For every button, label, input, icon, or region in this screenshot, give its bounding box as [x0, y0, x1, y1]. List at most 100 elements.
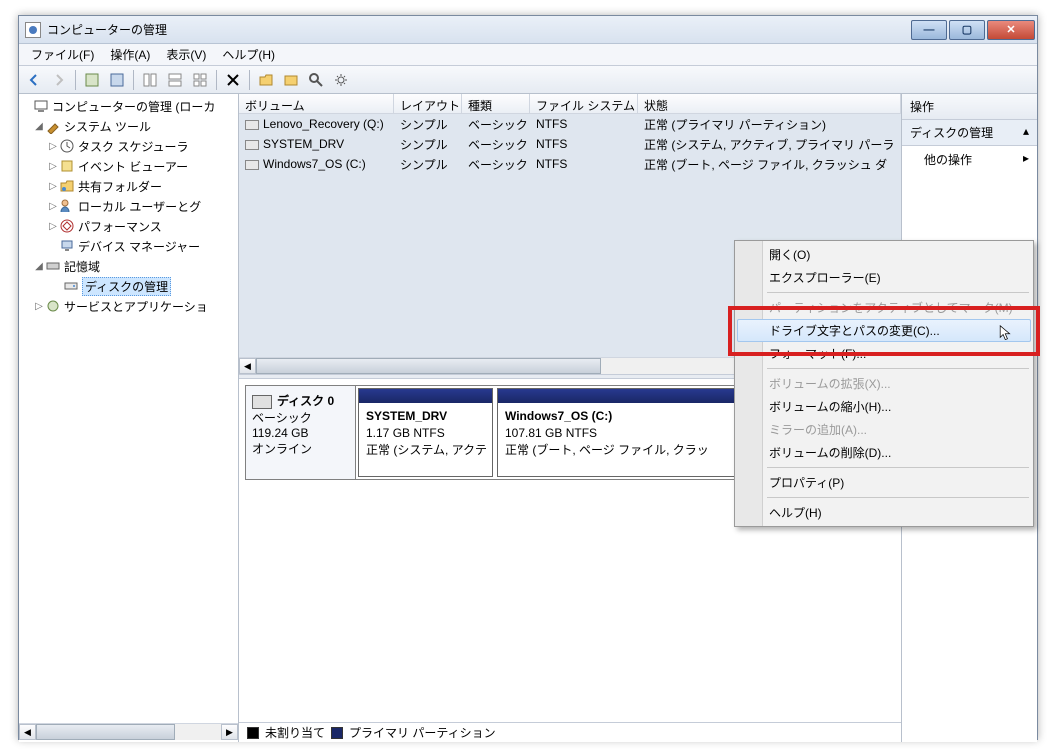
actions-more[interactable]: 他の操作▸ [902, 146, 1037, 173]
tree-disk-management[interactable]: ディスクの管理 [82, 277, 171, 296]
collapse-icon[interactable]: ◢ [33, 121, 45, 132]
tree-task-scheduler[interactable]: タスク スケジューラ [78, 138, 189, 155]
actions-header: 操作 [902, 94, 1037, 120]
expand-icon[interactable]: ▷ [47, 181, 59, 192]
separator [249, 70, 250, 90]
ctx-properties[interactable]: プロパティ(P) [737, 471, 1031, 494]
open-folder-icon[interactable] [255, 69, 277, 91]
volume-row[interactable]: SYSTEM_DRV シンプル ベーシック NTFS 正常 (システム, アクテ… [239, 134, 901, 154]
scroll-left-button[interactable]: ◀ [239, 358, 256, 374]
col-fs[interactable]: ファイル システム [530, 94, 638, 113]
device-icon [59, 238, 75, 254]
menu-help[interactable]: ヘルプ(H) [214, 43, 283, 66]
toolbar-icon-1[interactable] [81, 69, 103, 91]
cell-volume: Lenovo_Recovery (Q:) [239, 115, 394, 133]
gear-icon[interactable] [330, 69, 352, 91]
ctx-delete[interactable]: ボリュームの削除(D)... [737, 441, 1031, 464]
ctx-open[interactable]: 開く(O) [737, 243, 1031, 266]
col-type[interactable]: 種類 [462, 94, 530, 113]
tree-local-users[interactable]: ローカル ユーザーとグ [78, 198, 201, 215]
ctx-shrink[interactable]: ボリュームの縮小(H)... [737, 395, 1031, 418]
expand-icon[interactable]: ▷ [47, 141, 59, 152]
tree-shared-folders[interactable]: 共有フォルダー [78, 178, 162, 195]
ctx-extend: ボリュームの拡張(X)... [737, 372, 1031, 395]
tree-device-manager[interactable]: デバイス マネージャー [78, 238, 200, 255]
scroll-right-button[interactable]: ▶ [221, 724, 238, 740]
toolbar-icon-4[interactable] [164, 69, 186, 91]
separator [216, 70, 217, 90]
separator [767, 292, 1029, 293]
legend: 未割り当て プライマリ パーティション [239, 722, 901, 742]
collapse-icon: ▴ [1023, 124, 1029, 141]
tree-performance[interactable]: パフォーマンス [78, 218, 162, 235]
performance-icon [59, 218, 75, 234]
minimize-button[interactable]: — [911, 20, 947, 40]
menu-bar: ファイル(F) 操作(A) 表示(V) ヘルプ(H) [19, 44, 1037, 66]
col-volume[interactable]: ボリューム [239, 94, 394, 113]
chevron-right-icon: ▸ [1023, 151, 1029, 168]
navigation-tree[interactable]: コンピューターの管理 (ローカ ◢ システム ツール ▷ タスク スケジューラ ▷ イ… [19, 94, 239, 742]
storage-icon [45, 258, 61, 274]
expand-icon[interactable]: ▷ [33, 301, 45, 312]
drive-icon [245, 120, 259, 130]
legend-primary-swatch [331, 727, 343, 739]
tree-services[interactable]: サービスとアプリケーショ [64, 298, 208, 315]
maximize-button[interactable]: ▢ [949, 20, 985, 40]
drive-icon [245, 160, 259, 170]
tree-storage[interactable]: 記憶域 [64, 258, 100, 275]
expand-icon[interactable]: ▷ [47, 221, 59, 232]
volume-row[interactable]: Lenovo_Recovery (Q:) シンプル ベーシック NTFS 正常 … [239, 114, 901, 134]
event-icon [59, 158, 75, 174]
folder-icon[interactable] [280, 69, 302, 91]
clock-icon [59, 138, 75, 154]
disk-label[interactable]: ディスク 0 ベーシック 119.24 GB オンライン [246, 386, 356, 479]
menu-file[interactable]: ファイル(F) [23, 43, 102, 66]
app-icon [25, 22, 41, 38]
ctx-format[interactable]: フォーマット(F)... [737, 342, 1031, 365]
services-icon [45, 298, 61, 314]
partition-header [359, 389, 492, 403]
ctx-mark-active: パーティションをアクティブとしてマーク(M) [737, 296, 1031, 319]
col-layout[interactable]: レイアウト [394, 94, 462, 113]
forward-button[interactable] [48, 69, 70, 91]
users-icon [59, 198, 75, 214]
tree-h-scrollbar[interactable]: ◀ ▶ [19, 723, 238, 740]
disk-icon [63, 278, 79, 294]
folder-share-icon [59, 178, 75, 194]
drive-icon [245, 140, 259, 150]
search-icon[interactable] [305, 69, 327, 91]
legend-unallocated-swatch [247, 727, 259, 739]
toolbar-icon-2[interactable] [106, 69, 128, 91]
ctx-help[interactable]: ヘルプ(H) [737, 501, 1031, 524]
volume-header: ボリューム レイアウト 種類 ファイル システム 状態 [239, 94, 901, 114]
close-button[interactable]: ✕ [987, 20, 1035, 40]
toolbar-icon-3[interactable] [139, 69, 161, 91]
separator [133, 70, 134, 90]
partition[interactable]: SYSTEM_DRV 1.17 GB NTFS 正常 (システム, アクテ [358, 388, 493, 477]
legend-primary-label: プライマリ パーティション [349, 724, 496, 741]
back-button[interactable] [23, 69, 45, 91]
delete-icon[interactable] [222, 69, 244, 91]
separator [767, 497, 1029, 498]
separator [767, 467, 1029, 468]
menu-action[interactable]: 操作(A) [102, 43, 158, 66]
toolbar [19, 66, 1037, 94]
expand-icon[interactable]: ▷ [47, 161, 59, 172]
separator [767, 368, 1029, 369]
menu-view[interactable]: 表示(V) [158, 43, 214, 66]
context-menu: 開く(O) エクスプローラー(E) パーティションをアクティブとしてマーク(M)… [734, 240, 1034, 527]
computer-icon [33, 98, 49, 114]
expand-icon[interactable]: ▷ [47, 201, 59, 212]
ctx-explorer[interactable]: エクスプローラー(E) [737, 266, 1031, 289]
scroll-left-button[interactable]: ◀ [19, 724, 36, 740]
col-status[interactable]: 状態 [638, 94, 901, 113]
tree-root[interactable]: コンピューターの管理 (ローカ [52, 98, 215, 115]
collapse-icon[interactable]: ◢ [33, 261, 45, 272]
tree-system-tools[interactable]: システム ツール [64, 118, 151, 135]
toolbar-icon-5[interactable] [189, 69, 211, 91]
window-title: コンピューターの管理 [47, 21, 167, 38]
volume-row[interactable]: Windows7_OS (C:) シンプル ベーシック NTFS 正常 (ブート… [239, 154, 901, 174]
ctx-change-drive-letter[interactable]: ドライブ文字とパスの変更(C)... [737, 319, 1031, 342]
tree-event-viewer[interactable]: イベント ビューアー [78, 158, 188, 175]
actions-group[interactable]: ディスクの管理▴ [902, 120, 1037, 146]
